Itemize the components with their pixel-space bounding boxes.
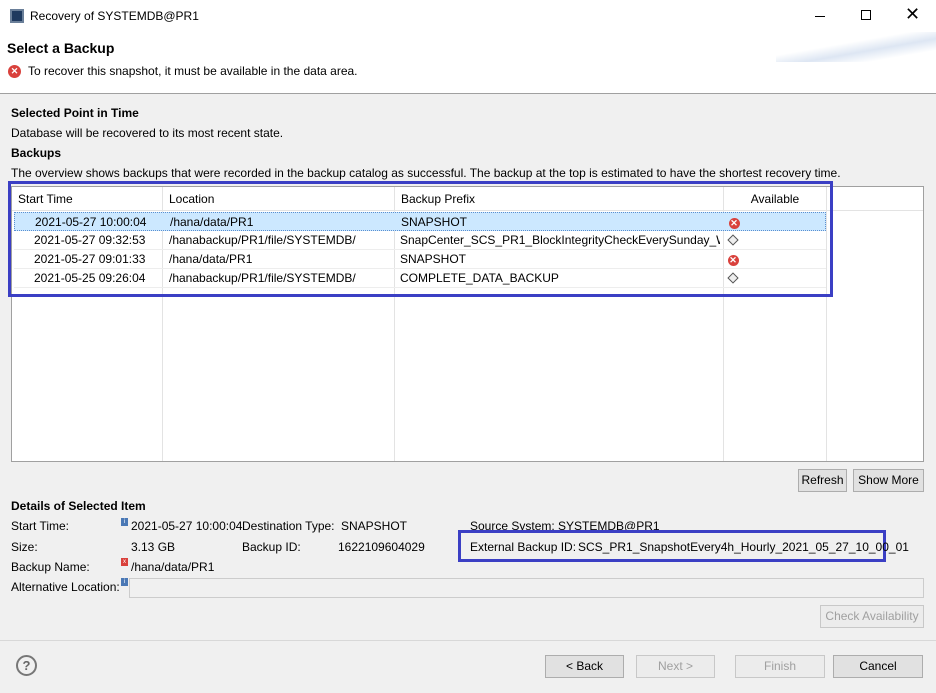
- error-icon: ✕: [8, 65, 21, 78]
- start-time-value: 2021-05-27 10:00:04: [131, 519, 243, 533]
- size-value: 3.13 GB: [131, 540, 176, 554]
- external-backup-id-value: SCS_PR1_SnapshotEvery4h_Hourly_2021_05_2…: [578, 540, 909, 554]
- alternative-location-label: Alternative Location:: [11, 580, 120, 594]
- help-button[interactable]: ?: [16, 655, 37, 676]
- highlight-box-table: [8, 181, 833, 297]
- details-heading: Details of Selected Item: [11, 499, 146, 513]
- backup-id-value: 1622109604029: [338, 540, 425, 554]
- backup-name-label: Backup Name:: [11, 560, 90, 574]
- external-backup-id-label: External Backup ID:: [470, 540, 577, 554]
- alternative-location-input[interactable]: [129, 578, 924, 598]
- title-bar: Recovery of SYSTEMDB@PR1 ✕: [0, 0, 936, 32]
- info-icon: i: [121, 518, 128, 526]
- error-icon: x: [121, 558, 128, 566]
- minimize-button[interactable]: [812, 8, 828, 24]
- info-icon: i: [121, 578, 128, 586]
- backups-heading: Backups: [11, 146, 62, 160]
- size-label: Size:: [11, 540, 38, 554]
- backups-description: The overview shows backups that were rec…: [11, 166, 841, 180]
- app-icon: [10, 9, 24, 23]
- start-time-label: Start Time:: [11, 519, 70, 533]
- destination-type-value: SNAPSHOT: [341, 519, 408, 533]
- point-in-time-text: Database will be recovered to its most r…: [11, 126, 284, 140]
- close-button[interactable]: ✕: [905, 4, 920, 25]
- back-button[interactable]: < Back: [545, 655, 624, 678]
- window-title: Recovery of SYSTEMDB@PR1: [30, 9, 199, 23]
- backup-id-label: Backup ID:: [242, 540, 301, 554]
- destination-type-label: Destination Type:: [242, 519, 335, 533]
- page-title: Select a Backup: [7, 40, 115, 56]
- next-button[interactable]: Next >: [636, 655, 715, 678]
- point-in-time-heading: Selected Point in Time: [11, 106, 139, 120]
- finish-button[interactable]: Finish: [735, 655, 825, 678]
- backup-name-value: /hana/data/PR1: [131, 560, 215, 574]
- check-availability-button[interactable]: Check Availability: [820, 605, 924, 628]
- show-more-button[interactable]: Show More: [853, 469, 924, 492]
- refresh-button[interactable]: Refresh: [798, 469, 847, 492]
- error-message: To recover this snapshot, it must be ava…: [28, 64, 358, 78]
- wizard-header: Select a Backup ✕ To recover this snapsh…: [0, 32, 936, 94]
- cancel-button[interactable]: Cancel: [833, 655, 923, 678]
- maximize-button[interactable]: [861, 10, 871, 20]
